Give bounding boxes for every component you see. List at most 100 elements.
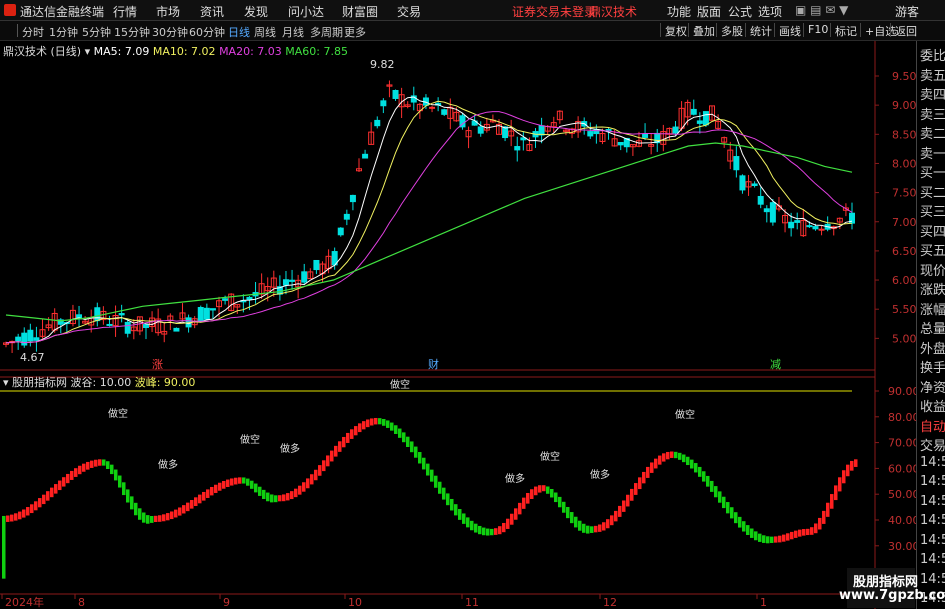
wave-bar xyxy=(50,487,54,498)
wave-bar xyxy=(70,470,74,480)
mark-button[interactable]: 标记 xyxy=(830,23,857,38)
back-button[interactable]: 返回 xyxy=(890,23,917,38)
wave-bar xyxy=(298,485,302,495)
wave-bar xyxy=(746,525,750,535)
wave-bar xyxy=(622,500,626,512)
wave-bar xyxy=(698,466,702,477)
wave-bar xyxy=(270,494,274,503)
candle-body xyxy=(106,323,113,326)
period-weekly[interactable]: 周线 xyxy=(254,24,276,40)
wave-bar xyxy=(534,486,538,496)
quote-panel-row: 自动 xyxy=(920,419,945,435)
period-1min[interactable]: 1分钟 xyxy=(49,24,78,40)
wave-bar xyxy=(546,486,550,494)
wave-bar xyxy=(294,488,298,498)
wave-bar xyxy=(618,505,622,517)
wave-bar xyxy=(834,485,838,501)
period-60min[interactable]: 60分钟 xyxy=(189,24,225,40)
wave-bar xyxy=(646,466,650,478)
price-tick-label: 5.50 xyxy=(892,303,916,316)
wave-bar xyxy=(154,515,158,522)
period-more[interactable]: 更多 xyxy=(344,24,366,40)
wave-bar xyxy=(42,494,46,505)
signal-label: 做空 xyxy=(540,450,560,463)
candle-body xyxy=(477,126,484,134)
candle-body xyxy=(514,146,521,151)
watermark-line2: www.7gpzb.com xyxy=(839,588,945,603)
wave-bar xyxy=(78,465,82,475)
menu-formula[interactable]: 公式 xyxy=(728,3,752,20)
high-price-label: 9.82 xyxy=(370,58,395,71)
kline-chart[interactable]: 9.50 9.00 8.50 8.00 7.50 7.00 6.50 6.00 5.50 5.00… xyxy=(0,41,916,609)
wave-bar xyxy=(694,463,698,473)
adjust-button[interactable]: 复权 xyxy=(660,23,687,38)
wave-bar xyxy=(34,501,38,511)
wave-bar xyxy=(538,485,542,493)
quote-panel-row: 卖一 xyxy=(920,146,945,162)
wave-bar xyxy=(66,473,70,484)
f10-button[interactable]: F10 xyxy=(803,23,828,37)
period-multi[interactable]: 多周期 xyxy=(310,24,343,40)
statistics-button[interactable]: 统计 xyxy=(745,23,772,38)
wave-bar xyxy=(478,525,482,535)
app-logo-icon xyxy=(4,4,16,16)
draw-line-button[interactable]: 画线 xyxy=(774,23,801,38)
period-30min[interactable]: 30分钟 xyxy=(152,24,188,40)
period-daily[interactable]: 日线 xyxy=(228,24,250,40)
wave-bar xyxy=(214,484,218,493)
candle-body xyxy=(794,220,801,223)
wave-bar xyxy=(706,475,710,487)
wave-bar xyxy=(326,455,330,467)
wave-bar xyxy=(166,513,170,521)
wave-bar xyxy=(146,515,150,524)
overlay-button[interactable]: 叠加 xyxy=(688,23,715,38)
menu-trade[interactable]: 交易 xyxy=(397,3,421,20)
menu-news[interactable]: 资讯 xyxy=(200,3,224,20)
wave-bar xyxy=(458,509,462,520)
chart-labels: 9.50 9.00 8.50 8.00 7.50 7.00 6.50 6.00 5.50 5.00… xyxy=(5,58,916,609)
wave-bar xyxy=(410,441,414,453)
period-15min[interactable]: 15分钟 xyxy=(114,24,150,40)
indicator-tick-label: 50.00 xyxy=(888,488,916,501)
wave-bar xyxy=(182,505,186,514)
wave-bar xyxy=(510,513,514,525)
menu-wealth[interactable]: 财富圈 xyxy=(342,3,378,20)
wave-bar xyxy=(722,496,726,509)
date-label: 9 xyxy=(223,596,230,609)
candle-body xyxy=(587,131,594,137)
price-tick-label: 6.00 xyxy=(892,274,916,287)
wave-bar xyxy=(826,502,830,517)
guest-button[interactable]: 游客 xyxy=(895,3,919,20)
price-tick-label: 8.50 xyxy=(892,128,916,141)
wave-bar xyxy=(558,496,562,508)
period-tick[interactable]: 分时 xyxy=(22,24,44,40)
wave-bar xyxy=(606,519,610,529)
indicator-dropdown-icon[interactable]: ▾ xyxy=(3,376,9,389)
quote-panel-row: 14:56 xyxy=(920,513,945,528)
login-notice[interactable]: 证券交易未登录 xyxy=(512,3,596,20)
menu-discover[interactable]: 发现 xyxy=(244,3,268,20)
multi-stock-button[interactable]: 多股 xyxy=(716,23,743,38)
signal-label: 做空 xyxy=(675,408,695,421)
date-label: 8 xyxy=(78,596,85,609)
quote-panel-row: 买五 xyxy=(920,244,945,259)
menu-options[interactable]: 选项 xyxy=(758,3,782,20)
wave-bar xyxy=(454,504,458,516)
wave-bar xyxy=(234,477,238,485)
menu-market[interactable]: 市场 xyxy=(156,3,180,20)
menu-layout[interactable]: 版面 xyxy=(697,3,721,20)
price-tick-label: 8.00 xyxy=(892,157,916,170)
quote-panel-row: 净资 xyxy=(920,380,945,396)
ma10-label: MA10: 7.02 xyxy=(152,45,216,58)
menu-quotes[interactable]: 行情 xyxy=(113,3,137,20)
menu-functions[interactable]: 功能 xyxy=(667,3,691,20)
legend-dropdown-icon[interactable]: ▾ xyxy=(85,45,91,58)
window-icons[interactable]: ▣ ▤ ✉ ▼ xyxy=(795,3,848,17)
candle-body xyxy=(642,133,649,138)
wave-bar xyxy=(22,509,26,518)
signal-label: 做空 xyxy=(240,433,260,446)
period-5min[interactable]: 5分钟 xyxy=(82,24,111,40)
menu-ask[interactable]: 问小达 xyxy=(288,3,324,20)
wave-bar xyxy=(682,454,686,463)
period-monthly[interactable]: 月线 xyxy=(282,24,304,40)
